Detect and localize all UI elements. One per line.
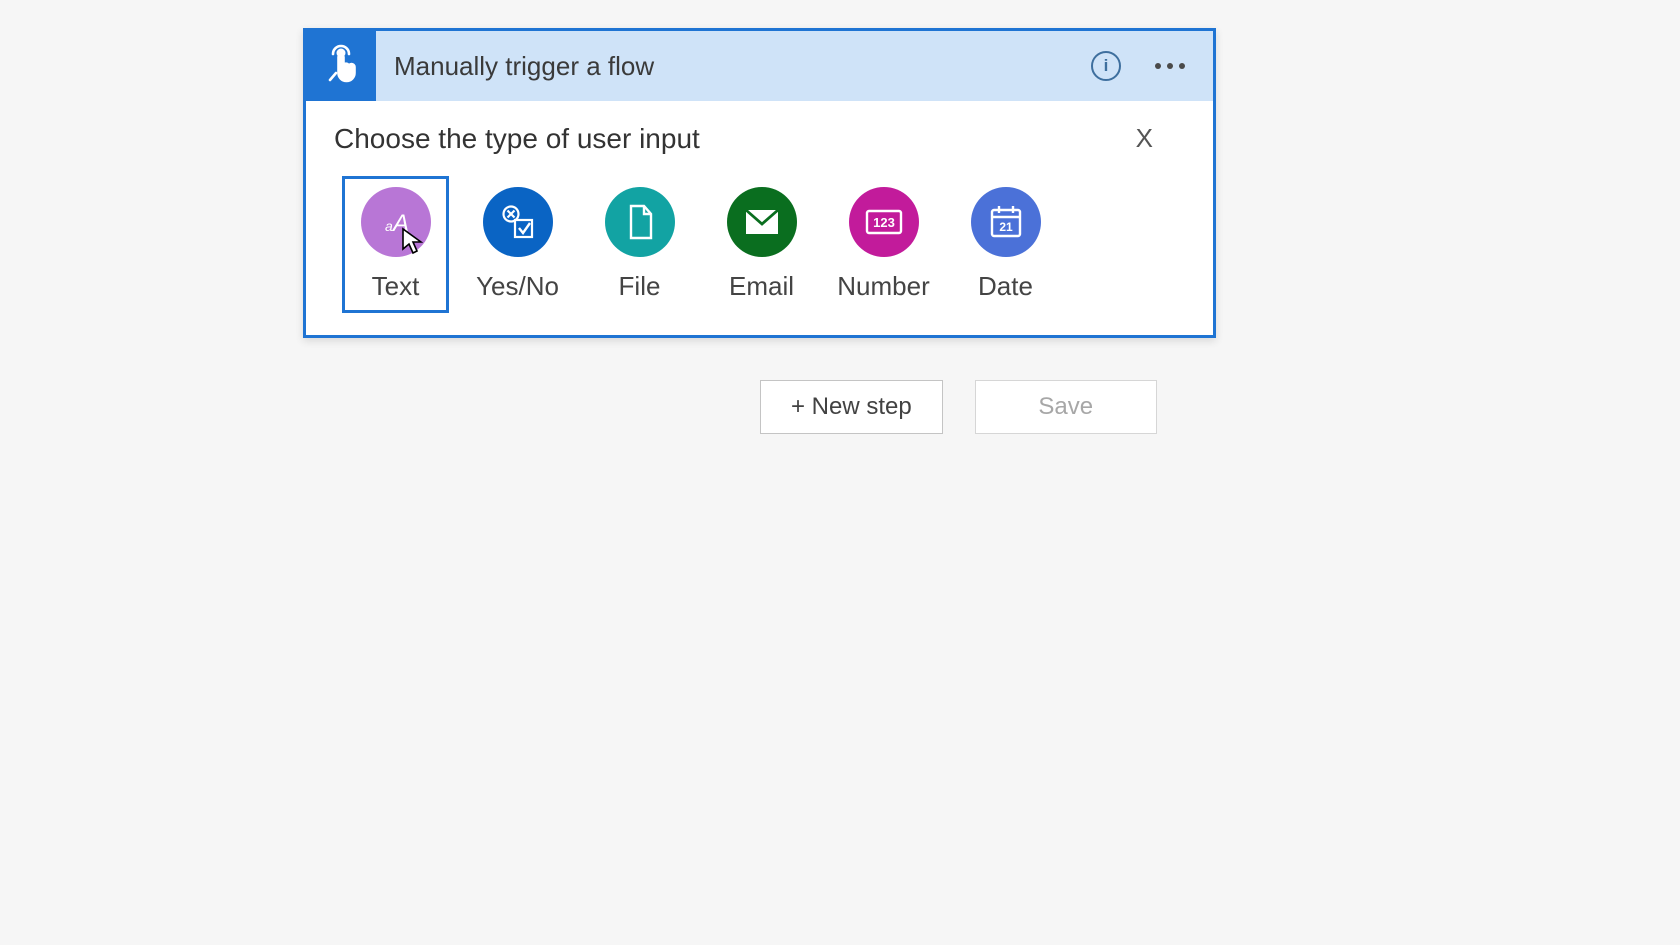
body-title-row: Choose the type of user input X (334, 119, 1185, 158)
touch-icon (323, 44, 359, 88)
input-type-date[interactable]: 21 Date (952, 176, 1059, 313)
date-icon: 21 (971, 187, 1041, 257)
header-actions: i (1091, 31, 1213, 101)
input-type-yesno[interactable]: Yes/No (464, 176, 571, 313)
trigger-card-title[interactable]: Manually trigger a flow (376, 31, 1091, 101)
save-button[interactable]: Save (975, 380, 1157, 434)
email-icon (727, 187, 797, 257)
close-icon[interactable]: X (1128, 119, 1161, 158)
trigger-card-body: Choose the type of user input X a A Text (306, 101, 1213, 335)
input-type-label: Text (372, 271, 420, 302)
input-type-label: File (619, 271, 661, 302)
input-type-label: Yes/No (476, 271, 559, 302)
file-icon (605, 187, 675, 257)
trigger-card: Manually trigger a flow i Choose the typ… (303, 28, 1216, 338)
info-icon[interactable]: i (1091, 51, 1121, 81)
input-types-row: a A Text (342, 176, 1185, 313)
input-type-label: Date (978, 271, 1033, 302)
svg-text:a: a (385, 218, 393, 234)
cursor-icon (401, 227, 423, 255)
number-icon: 123 (849, 187, 919, 257)
input-type-file[interactable]: File (586, 176, 693, 313)
more-icon[interactable] (1149, 57, 1191, 75)
svg-text:21: 21 (999, 220, 1013, 234)
new-step-button[interactable]: + New step (760, 380, 943, 434)
text-icon: a A (361, 187, 431, 257)
svg-text:123: 123 (873, 215, 895, 230)
yesno-icon (483, 187, 553, 257)
body-title: Choose the type of user input (334, 123, 700, 155)
trigger-card-header: Manually trigger a flow i (306, 31, 1213, 101)
action-row: + New step Save (760, 380, 1157, 434)
input-type-number[interactable]: 123 Number (830, 176, 937, 313)
input-type-label: Number (837, 271, 929, 302)
trigger-icon (306, 31, 376, 101)
input-type-text[interactable]: a A Text (342, 176, 449, 313)
input-type-email[interactable]: Email (708, 176, 815, 313)
input-type-label: Email (729, 271, 794, 302)
